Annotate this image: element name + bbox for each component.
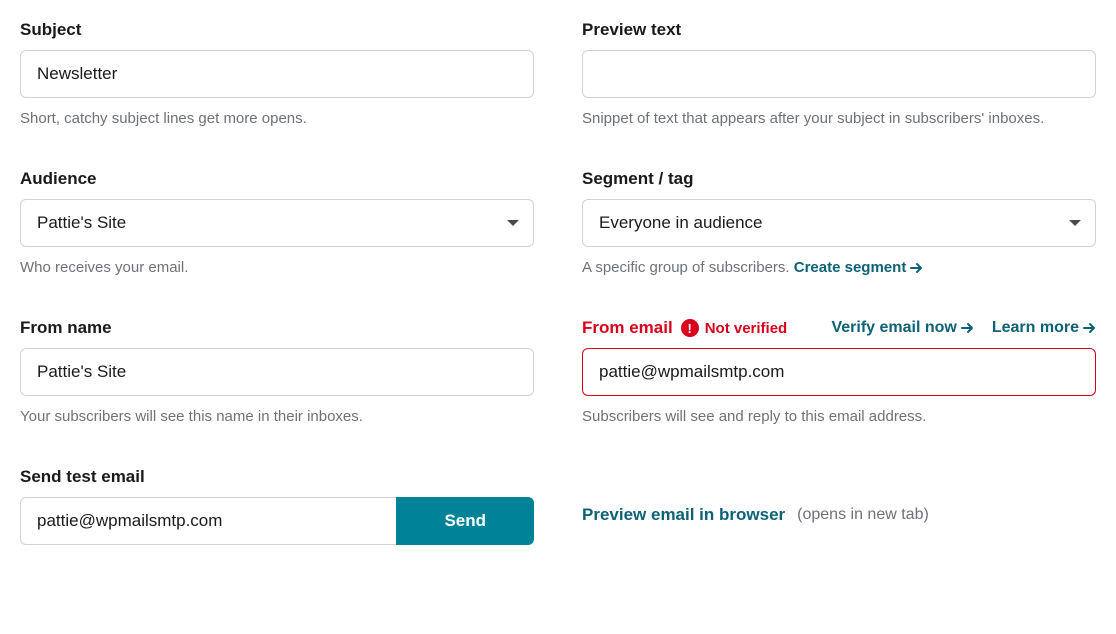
create-segment-link[interactable]: Create segment bbox=[794, 257, 924, 278]
preview-link-row: Preview email in browser (opens in new t… bbox=[582, 505, 1096, 525]
arrow-right-icon bbox=[1083, 322, 1096, 334]
preview-text-helper: Snippet of text that appears after your … bbox=[582, 108, 1096, 129]
subject-helper: Short, catchy subject lines get more ope… bbox=[20, 108, 534, 129]
caret-down-icon bbox=[507, 220, 519, 226]
segment-helper-text: A specific group of subscribers. bbox=[582, 259, 794, 276]
send-button[interactable]: Send bbox=[396, 497, 534, 545]
from-name-field: From name Your subscribers will see this… bbox=[20, 318, 534, 427]
arrow-right-icon bbox=[910, 262, 923, 274]
send-test-input[interactable] bbox=[20, 497, 396, 545]
from-name-helper: Your subscribers will see this name in t… bbox=[20, 406, 534, 427]
audience-field: Audience Pattie's Site Who receives your… bbox=[20, 169, 534, 278]
segment-select[interactable]: Everyone in audience bbox=[582, 199, 1096, 247]
preview-text-field: Preview text Snippet of text that appear… bbox=[582, 20, 1096, 129]
from-email-label: From email bbox=[582, 318, 673, 338]
send-test-label: Send test email bbox=[20, 467, 534, 487]
from-name-input[interactable] bbox=[20, 348, 534, 396]
preview-text-input[interactable] bbox=[582, 50, 1096, 98]
send-test-group: Send bbox=[20, 497, 534, 545]
segment-label: Segment / tag bbox=[582, 169, 1096, 189]
create-segment-label: Create segment bbox=[794, 257, 907, 278]
caret-down-icon bbox=[1069, 220, 1081, 226]
segment-helper: A specific group of subscribers. Create … bbox=[582, 257, 1096, 278]
preview-in-browser-link[interactable]: Preview email in browser bbox=[582, 505, 785, 525]
preview-link-field: Preview email in browser (opens in new t… bbox=[582, 467, 1096, 545]
not-verified-badge: ! Not verified bbox=[681, 319, 788, 337]
subject-label: Subject bbox=[20, 20, 534, 40]
subject-field: Subject Short, catchy subject lines get … bbox=[20, 20, 534, 129]
learn-more-label: Learn more bbox=[992, 319, 1079, 337]
from-email-helper: Subscribers will see and reply to this e… bbox=[582, 406, 1096, 427]
from-email-label-row: From email ! Not verified Verify email n… bbox=[582, 318, 1096, 338]
audience-select[interactable]: Pattie's Site bbox=[20, 199, 534, 247]
verify-email-link[interactable]: Verify email now bbox=[831, 319, 973, 337]
verify-email-label: Verify email now bbox=[831, 319, 956, 337]
audience-label: Audience bbox=[20, 169, 534, 189]
audience-value: Pattie's Site bbox=[37, 213, 126, 233]
segment-field: Segment / tag Everyone in audience A spe… bbox=[582, 169, 1096, 278]
alert-icon: ! bbox=[681, 319, 699, 337]
subject-input[interactable] bbox=[20, 50, 534, 98]
not-verified-text: Not verified bbox=[705, 320, 788, 337]
send-test-field: Send test email Send bbox=[20, 467, 534, 545]
segment-value: Everyone in audience bbox=[599, 213, 763, 233]
audience-helper: Who receives your email. bbox=[20, 257, 534, 278]
preview-link-suffix: (opens in new tab) bbox=[797, 506, 929, 524]
preview-text-label: Preview text bbox=[582, 20, 1096, 40]
arrow-right-icon bbox=[961, 322, 974, 334]
from-name-label: From name bbox=[20, 318, 534, 338]
from-email-input[interactable] bbox=[582, 348, 1096, 396]
from-email-field: From email ! Not verified Verify email n… bbox=[582, 318, 1096, 427]
learn-more-link[interactable]: Learn more bbox=[992, 319, 1096, 337]
